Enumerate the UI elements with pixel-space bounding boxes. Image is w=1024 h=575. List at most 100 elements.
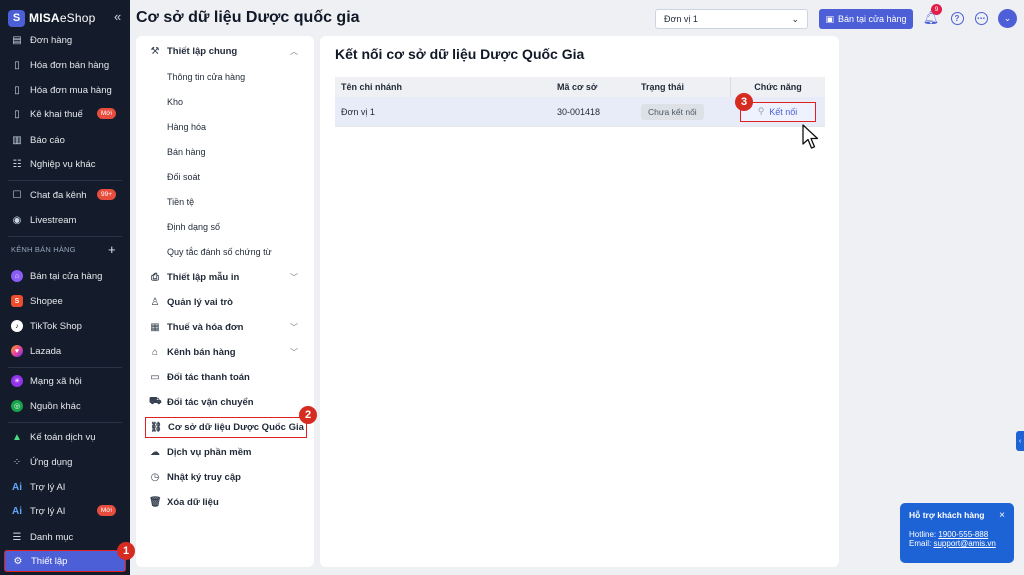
menu-software-services[interactable]: ☁ Dịch vụ phần mềm <box>149 443 251 461</box>
menu-shipping-partners[interactable]: ⛟ Đối tác vận chuyển <box>149 393 254 411</box>
ellipsis-icon: ⋯ <box>974 11 988 25</box>
submenu-number-format[interactable]: Định dạng số <box>167 222 220 232</box>
sidebar-item-label: Thiết lập <box>31 555 68 567</box>
printer-icon: ⎙ <box>151 271 159 283</box>
sidebar-item-other-operations[interactable]: ☷ Nghiệp vụ khác <box>4 153 126 175</box>
sidebar-item-label: Trợ lý AI <box>30 481 66 493</box>
tax-document-icon: ▯ <box>14 108 20 120</box>
unit-select[interactable]: Đơn vị 1 ⌄ <box>655 9 808 29</box>
ai-icon: Ai <box>12 481 22 493</box>
sidebar-item-tax-declaration[interactable]: ▯ Kê khai thuế Mới <box>4 103 126 125</box>
logo-icon: S <box>8 9 25 27</box>
sidebar-item-ai-assistant[interactable]: Ai Trợ lý AI <box>4 476 126 498</box>
menu-delete-data[interactable]: 🗑︎ Xóa dữ liệu <box>149 493 219 511</box>
sidebar-item-label: Mạng xã hội <box>30 375 82 387</box>
menu-print-templates[interactable]: ⎙ Thiết lập mẫu in <box>149 268 239 286</box>
menu-label: Thiết lập mẫu in <box>167 271 240 283</box>
sidebar-item-label: TikTok Shop <box>30 320 82 332</box>
hotline-link[interactable]: 1900-555-888 <box>938 530 988 539</box>
card-icon: ▭ <box>150 371 160 383</box>
chevron-down-icon[interactable]: ﹀ <box>290 347 298 358</box>
sidebar-item-lazada[interactable]: ♥ Lazada <box>4 340 126 362</box>
sidebar-item-label: Kế toán dịch vụ <box>30 431 96 443</box>
social-network-icon: ✳ <box>11 375 23 387</box>
add-channel-icon[interactable]: + <box>108 242 116 257</box>
step-marker-2: 2 <box>299 406 317 424</box>
sales-channels-heading: KÊNH BÁN HÀNG <box>11 245 76 254</box>
submenu-sales[interactable]: Bán hàng <box>167 147 206 157</box>
sidebar-item-orders[interactable]: ▤ Đơn hàng <box>4 29 126 51</box>
divider <box>8 422 122 423</box>
sidebar-item-livestream[interactable]: ◉ Livestream <box>4 209 126 231</box>
menu-sales-channels[interactable]: ⌂ Kênh bán hàng <box>149 343 236 361</box>
menu-label: Cơ sở dữ liệu Dược Quốc Gia <box>168 422 304 433</box>
menu-role-management[interactable]: ♙ Quản lý vai trò <box>149 293 233 311</box>
sidebar-item-shopee[interactable]: S Shopee <box>4 290 126 312</box>
menu-payment-partners[interactable]: ▭ Đối tác thanh toán <box>149 368 250 386</box>
new-badge: Mới <box>96 505 116 516</box>
help-icon[interactable]: ? <box>949 10 965 26</box>
store-icon: ▣ <box>825 13 834 24</box>
sidebar-item-label: Shopee <box>30 295 63 307</box>
close-icon[interactable]: × <box>999 510 1005 521</box>
menu-label: Thiết lập chung <box>167 45 238 57</box>
link-icon: ⚲ <box>757 106 765 116</box>
email-link[interactable]: support@amis.vn <box>933 539 995 548</box>
menu-tax-invoice[interactable]: ▦ Thuế và hóa đơn <box>149 318 243 336</box>
sidebar-item-in-store[interactable]: ⌂ Bán tại cửa hàng <box>4 265 126 287</box>
sidebar-item-ai-assistant-new[interactable]: Ai Trợ lý AI Mới <box>4 500 126 522</box>
chat-count-badge: 99+ <box>96 189 116 200</box>
sidebar-item-catalog[interactable]: ☰ Danh mục <box>4 526 126 548</box>
submenu-currency[interactable]: Tiền tệ <box>167 197 194 207</box>
sidebar-item-settings[interactable]: ⚙ Thiết lập <box>4 550 126 572</box>
menu-drug-database[interactable]: ⛓ Cơ sở dữ liệu Dược Quốc Gia <box>145 417 307 438</box>
menu-label: Kênh bán hàng <box>167 346 236 358</box>
menu-label: Dịch vụ phần mềm <box>167 446 252 458</box>
submenu-document-numbering[interactable]: Quy tắc đánh số chứng từ <box>167 247 272 257</box>
submenu-warehouse[interactable]: Kho <box>167 97 183 107</box>
submenu-reconciliation[interactable]: Đối soát <box>167 172 200 182</box>
in-store-sales-button[interactable]: ▣ Bán tại cửa hàng <box>819 9 913 29</box>
sidebar-item-accounting-service[interactable]: ▲ Kế toán dịch vụ <box>4 426 126 448</box>
shopee-icon: S <box>11 295 23 307</box>
sidebar-item-apps[interactable]: ⁘ Ứng dụng <box>4 451 126 473</box>
submenu-store-info[interactable]: Thông tin cửa hàng <box>167 72 245 82</box>
expand-panel-icon[interactable]: ‹ <box>1016 431 1024 451</box>
support-title: Hỗ trợ khách hàng <box>909 510 985 520</box>
section-title: Kết nối cơ sở dữ liệu Dược Quốc Gia <box>335 46 585 62</box>
chevron-down-icon[interactable]: ﹀ <box>290 322 298 333</box>
notification-count-badge: 9 <box>931 4 942 15</box>
sidebar-item-other-sources[interactable]: ◎ Nguồn khác <box>4 395 126 417</box>
sidebar-item-sales-invoice[interactable]: ▯ Hóa đơn bán hàng <box>4 54 126 76</box>
more-icon[interactable]: ⋯ <box>973 10 989 26</box>
list-icon: ☷ <box>12 158 22 170</box>
avatar[interactable]: ⌄ <box>998 9 1017 28</box>
sidebar-item-purchase-invoice[interactable]: ▯ Hóa đơn mua hàng <box>4 79 126 101</box>
menu-general-settings[interactable]: ⚒ Thiết lập chung <box>149 42 238 60</box>
sidebar-item-social[interactable]: ✳ Mạng xã hội <box>4 370 126 392</box>
menu-access-log[interactable]: ◷ Nhật ký truy cập <box>149 468 241 486</box>
history-icon: ◷ <box>150 471 160 483</box>
shop-icon: ⌂ <box>151 346 159 358</box>
logo-text: MISAeShop <box>29 11 96 25</box>
hotline-line: Hotline: 1900-555-888 <box>909 530 1005 539</box>
apps-grid-icon: ⁘ <box>12 456 22 468</box>
sidebar-item-omni-chat[interactable]: ☐ Chat đa kênh 99+ <box>4 184 126 206</box>
chevron-up-icon[interactable]: ︿ <box>290 46 298 57</box>
submenu-goods[interactable]: Hàng hóa <box>167 122 206 132</box>
collapse-sidebar-icon[interactable]: « <box>114 9 121 24</box>
menu-label: Đối tác thanh toán <box>167 371 250 383</box>
divider <box>8 180 122 181</box>
mouse-cursor-icon <box>802 124 819 149</box>
sidebar-item-label: Đơn hàng <box>30 34 73 46</box>
sidebar-item-reports[interactable]: ▥ Báo cáo <box>4 129 126 151</box>
in-store-sales-label: Bán tại cửa hàng <box>837 14 907 24</box>
status-cell: Chưa kết nối <box>635 103 730 120</box>
sidebar-item-label: Báo cáo <box>30 134 65 146</box>
step-marker-3: 3 <box>735 93 753 111</box>
sidebar-item-tiktok-shop[interactable]: ♪ TikTok Shop <box>4 315 126 337</box>
divider <box>8 367 122 368</box>
branch-code-cell: 30-001418 <box>557 106 601 117</box>
chevron-down-icon[interactable]: ﹀ <box>290 272 298 283</box>
ai-icon: Ai <box>12 505 22 517</box>
